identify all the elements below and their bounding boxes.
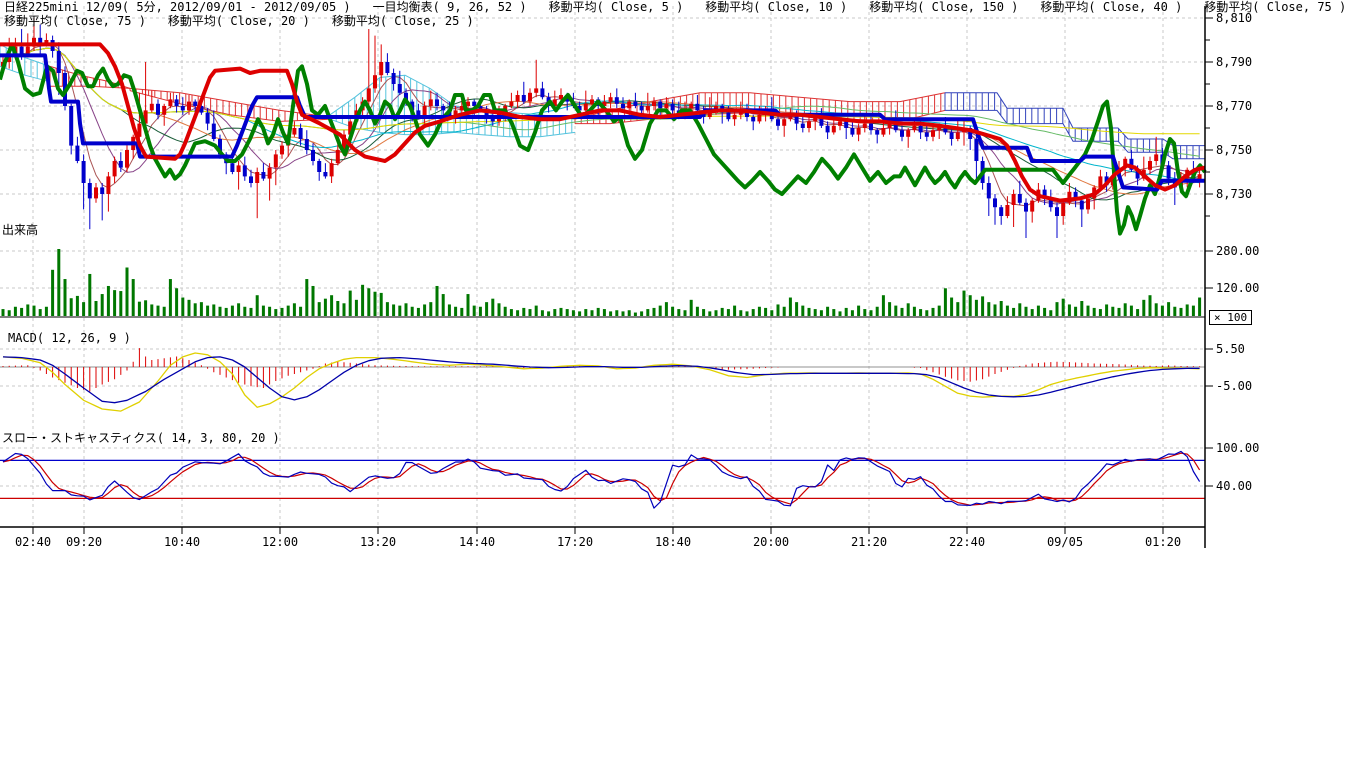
legend-item: 移動平均( Close, 5 ) — [549, 0, 684, 14]
legend-item: 一目均衡表( 9, 26, 52 ) — [373, 0, 527, 14]
legend-item: 移動平均( Close, 20 ) — [168, 14, 310, 28]
svg-text:12:00: 12:00 — [262, 535, 298, 549]
price-pane-plot[interactable] — [0, 6, 1205, 231]
legend-item: 移動平均( Close, 75 ) — [4, 14, 146, 28]
svg-text:5.50: 5.50 — [1216, 342, 1245, 356]
svg-text:10:40: 10:40 — [164, 535, 200, 549]
chart-canvas[interactable]: 8,8108,7908,7708,7508,730280.00120.005.5… — [0, 0, 1366, 768]
volume-multiplier-badge: × 100 — [1209, 310, 1252, 325]
volume-pane-plot[interactable] — [0, 232, 1205, 317]
svg-text:100.00: 100.00 — [1216, 441, 1259, 455]
stochastics-pane-label: スロー・ストキャスティクス( 14, 3, 80, 20 ) — [2, 429, 280, 446]
svg-text:17:20: 17:20 — [557, 535, 593, 549]
chart-legend-line1: 日経225mini 12/09( 5分, 2012/09/01 - 2012/0… — [4, 1, 1366, 14]
chart-legend-line2: 移動平均( Close, 75 ) 移動平均( Close, 20 ) 移動平均( … — [4, 15, 496, 28]
legend-item: 移動平均( Close, 25 ) — [332, 14, 474, 28]
svg-text:18:40: 18:40 — [655, 535, 691, 549]
svg-text:8,770: 8,770 — [1216, 99, 1252, 113]
legend-item: 日経225mini 12/09( 5分, 2012/09/01 - 2012/0… — [4, 0, 351, 14]
svg-text:8,790: 8,790 — [1216, 55, 1252, 69]
svg-text:13:20: 13:20 — [360, 535, 396, 549]
legend-item: 移動平均( Close, 75 ) — [1204, 0, 1346, 14]
legend-item: 移動平均( Close, 40 ) — [1040, 0, 1182, 14]
svg-text:40.00: 40.00 — [1216, 479, 1252, 493]
svg-text:22:40: 22:40 — [949, 535, 985, 549]
svg-text:21:20: 21:20 — [851, 535, 887, 549]
svg-text:20:00: 20:00 — [753, 535, 789, 549]
svg-text:09:20: 09:20 — [66, 535, 102, 549]
legend-item: 移動平均( Close, 150 ) — [869, 0, 1018, 14]
svg-text:-5.00: -5.00 — [1216, 379, 1252, 393]
svg-text:09/05: 09/05 — [1047, 535, 1083, 549]
legend-item: 移動平均( Close, 10 ) — [705, 0, 847, 14]
macd-pane-label: MACD( 12, 26, 9 ) — [8, 331, 131, 345]
svg-text:120.00: 120.00 — [1216, 281, 1259, 295]
svg-text:14:40: 14:40 — [459, 535, 495, 549]
svg-text:8,750: 8,750 — [1216, 143, 1252, 157]
svg-text:01:20: 01:20 — [1145, 535, 1181, 549]
chart-window: 日経225mini 12/09( 5分, 2012/09/01 - 2012/0… — [0, 0, 1366, 768]
svg-text:280.00: 280.00 — [1216, 244, 1259, 258]
macd-pane-plot[interactable] — [0, 325, 1205, 425]
svg-text:8,730: 8,730 — [1216, 187, 1252, 201]
svg-text:02:40: 02:40 — [15, 535, 51, 549]
volume-pane-label: 出来高 — [2, 221, 38, 238]
